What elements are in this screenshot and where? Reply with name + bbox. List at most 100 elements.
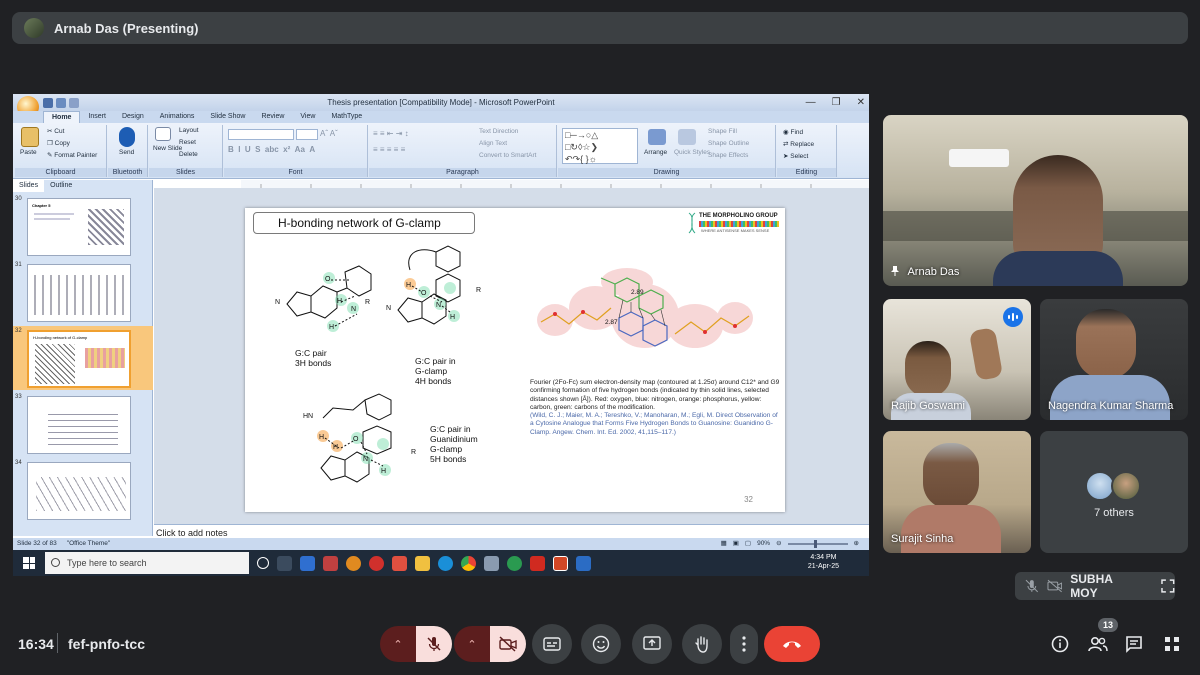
panel-tab-outline[interactable]: Outline xyxy=(44,180,78,192)
end-call-pill[interactable] xyxy=(764,626,820,662)
participant-tile-rajib[interactable]: Rajib Goswami xyxy=(883,299,1031,420)
shape-effects-button[interactable]: Shape Effects xyxy=(708,152,748,159)
powerpoint-icon[interactable] xyxy=(553,555,568,571)
raise-hand-button[interactable] xyxy=(682,624,722,664)
font-grow-icon[interactable]: Aˆ Aˇ xyxy=(320,129,338,138)
app-icon-red[interactable] xyxy=(323,555,338,571)
people-button[interactable] xyxy=(1086,632,1110,656)
expand-icon[interactable] xyxy=(1161,579,1175,593)
view-normal-icon[interactable]: ▦ xyxy=(721,538,727,550)
shape-fill-button[interactable]: Shape Fill xyxy=(708,128,737,135)
cortana-icon[interactable] xyxy=(257,557,269,569)
file-explorer-icon[interactable] xyxy=(415,555,430,571)
reset-button[interactable]: Reset xyxy=(179,139,196,146)
end-call-button[interactable] xyxy=(764,626,820,662)
shape-outline-button[interactable]: Shape Outline xyxy=(708,140,749,147)
redo-icon[interactable] xyxy=(69,97,79,108)
tab-review[interactable]: Review xyxy=(253,111,292,123)
raise-hand-button-circle[interactable] xyxy=(682,624,722,664)
taskbar-clock[interactable]: 4:34 PM 21-Apr-25 xyxy=(808,553,839,571)
zoom-out-icon[interactable]: ⊖ xyxy=(776,538,781,550)
undo-icon[interactable] xyxy=(56,97,66,108)
layout-button[interactable]: Layout xyxy=(179,127,199,134)
replace-button[interactable]: ⇄ Replace xyxy=(783,140,814,148)
find-button[interactable]: ◉ Find xyxy=(783,128,803,136)
font-size-select[interactable] xyxy=(296,129,318,140)
zoom-in-icon[interactable]: ⊕ xyxy=(854,538,859,550)
store-icon[interactable] xyxy=(300,555,315,571)
zoom-slider-thumb[interactable] xyxy=(813,540,817,548)
mic-toggle-button[interactable] xyxy=(416,626,452,662)
more-options-button-circle[interactable] xyxy=(730,624,758,664)
cut-button[interactable]: ✂ Cut xyxy=(47,127,64,135)
align-text-button[interactable]: Align Text xyxy=(479,140,507,147)
tab-insert[interactable]: Insert xyxy=(80,111,114,123)
app-icon-green[interactable] xyxy=(507,555,522,571)
chat-button[interactable] xyxy=(1122,632,1146,656)
close-icon[interactable]: ✕ xyxy=(857,94,865,111)
slide-thumbnail[interactable]: 31 xyxy=(13,260,153,324)
convert-smartart-button[interactable]: Convert to SmartArt xyxy=(479,152,536,159)
slide-thumbnail-current[interactable]: 32 H-bonding network of G-clamp xyxy=(13,326,153,390)
copy-button[interactable]: ❐ Copy xyxy=(47,139,70,147)
activities-button[interactable] xyxy=(1160,632,1184,656)
select-button[interactable]: ➤ Select xyxy=(783,152,808,160)
slide-thumbnail[interactable]: 33 xyxy=(13,392,153,456)
minimize-icon[interactable]: — xyxy=(806,94,816,111)
emoji-button[interactable] xyxy=(581,624,621,664)
pin-icon[interactable] xyxy=(891,266,899,276)
format-painter-button[interactable]: ✎ Format Painter xyxy=(47,151,97,159)
bluetooth-icon[interactable] xyxy=(119,127,135,147)
paste-button[interactable]: Paste xyxy=(20,149,37,156)
others-tile[interactable]: 7 others xyxy=(1040,431,1188,553)
present-button[interactable] xyxy=(632,624,672,664)
delete-button[interactable]: Delete xyxy=(179,151,198,158)
acrobat-icon[interactable] xyxy=(530,555,545,571)
chrome-icon[interactable] xyxy=(461,555,476,571)
new-slide-icon[interactable] xyxy=(155,127,171,141)
task-view-icon[interactable] xyxy=(277,555,292,571)
quick-styles-icon[interactable] xyxy=(678,129,696,145)
quick-styles-button[interactable]: Quick Styles xyxy=(674,149,710,156)
current-slide[interactable]: H-bonding network of G-clamp THE MORPHOL… xyxy=(245,208,785,512)
self-view-chip[interactable]: SUBHA MOY xyxy=(1015,572,1175,600)
text-direction-button[interactable]: Text Direction xyxy=(479,128,518,135)
slide-thumbnail[interactable]: 34 xyxy=(13,458,153,522)
participant-tile-surajit[interactable]: Surajit Sinha xyxy=(883,431,1031,553)
app-icon-pdf[interactable] xyxy=(369,555,384,571)
arrange-button[interactable]: Arrange xyxy=(644,149,667,156)
list-icons[interactable]: ≡ ≡ ⇤ ⇥ ↕ xyxy=(373,129,409,138)
notes-pane[interactable]: Click to add notes xyxy=(154,524,869,538)
tab-slide-show[interactable]: Slide Show xyxy=(202,111,253,123)
taskbar-search[interactable]: Type here to search xyxy=(45,552,249,574)
view-slideshow-icon[interactable]: ▢ xyxy=(745,538,751,550)
present-button-circle[interactable] xyxy=(632,624,672,664)
font-style-icons[interactable]: B I U S abc x² Aa A xyxy=(228,145,315,154)
camera-options-chevron-icon[interactable]: ⌃ xyxy=(454,626,490,662)
slide-thumbnail[interactable]: 30 Chapter 5 xyxy=(13,194,153,258)
participant-tile-arnab[interactable]: Arnab Das xyxy=(883,115,1188,286)
participant-tile-nagendra[interactable]: Nagendra Kumar Sharma xyxy=(1040,299,1188,420)
info-button[interactable] xyxy=(1048,632,1072,656)
shapes-gallery[interactable]: □─→○△ □↻◊☆❯ ↶↷{ }☼ xyxy=(562,128,638,164)
tab-view[interactable]: View xyxy=(292,111,323,123)
tab-animations[interactable]: Animations xyxy=(152,111,203,123)
edge-icon[interactable] xyxy=(438,555,453,571)
tab-design[interactable]: Design xyxy=(114,111,152,123)
captions-button[interactable] xyxy=(532,624,572,664)
app-icon-music[interactable] xyxy=(392,555,407,571)
zoom-slider[interactable] xyxy=(787,540,848,548)
windows-start-icon[interactable] xyxy=(23,557,35,569)
more-options-button[interactable] xyxy=(730,624,758,664)
align-icons[interactable]: ≡ ≡ ≡ ≡ ≡ xyxy=(373,145,405,154)
app-icon-orange[interactable] xyxy=(346,555,361,571)
new-slide-button[interactable]: New Slide xyxy=(153,145,182,152)
panel-tab-slides[interactable]: Slides xyxy=(13,180,45,192)
emoji-button-circle[interactable] xyxy=(581,624,621,664)
arrange-icon[interactable] xyxy=(648,129,666,145)
zoom-level[interactable]: 90% xyxy=(757,538,770,550)
tab-mathtype[interactable]: MathType xyxy=(323,111,370,123)
view-sorter-icon[interactable]: ▣ xyxy=(733,538,739,550)
mic-options-chevron-icon[interactable]: ⌃ xyxy=(380,626,416,662)
captions-button-circle[interactable] xyxy=(532,624,572,664)
